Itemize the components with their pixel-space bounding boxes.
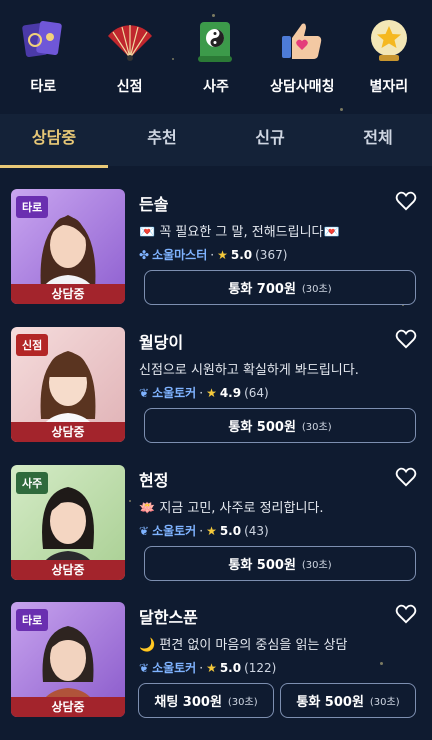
- category-label: 상담사매칭: [270, 79, 335, 95]
- counselor-meta: ❦ 소울토커 · ★ 5.0 (43): [139, 522, 269, 539]
- counselor-photo[interactable]: 신점 상담중: [11, 327, 125, 442]
- counselor-grade: 소울마스터: [152, 248, 208, 262]
- category-tarot[interactable]: 타로: [0, 0, 86, 112]
- tab-all[interactable]: 전체: [324, 114, 432, 166]
- tab-in-session[interactable]: 상담중: [0, 114, 108, 168]
- button-unit: (30초): [301, 284, 332, 295]
- review-count: (64): [244, 385, 269, 400]
- counselor-grade: 소울토커: [152, 661, 197, 675]
- counselor-description: 신점으로 시원하고 확실하게 봐드립니다.: [139, 363, 359, 378]
- tab-new[interactable]: 신규: [216, 114, 324, 166]
- counselor-card[interactable]: 사주 상담중 현정 🪷 지금 고민, 사주로 정리합니다. ❦ 소울토커 · ★…: [0, 465, 432, 603]
- counselor-name: 월당이: [139, 333, 184, 352]
- counselor-rating: 5.0: [230, 247, 253, 262]
- counselor-card[interactable]: 타로 상담중 든솔 💌 꼭 필요한 그 말, 전해드립니다💌 ✤ 소울마스터 ·…: [0, 189, 432, 327]
- category-tag: 타로: [16, 609, 49, 631]
- yinyang-scroll-icon: [191, 16, 241, 66]
- status-badge: 상담중: [11, 284, 125, 304]
- call-button[interactable]: 통화 700원 (30초): [144, 270, 416, 305]
- separator-dot: ·: [199, 660, 204, 675]
- button-unit: (30초): [227, 697, 258, 708]
- heart-icon[interactable]: [395, 191, 417, 211]
- counselor-photo[interactable]: 사주 상담중: [11, 465, 125, 580]
- review-count: (122): [244, 660, 277, 675]
- heart-icon[interactable]: [395, 467, 417, 487]
- button-label: 통화 700원: [228, 282, 296, 297]
- counselor-description: 💌 꼭 필요한 그 말, 전해드립니다💌: [139, 225, 340, 240]
- counselor-name: 든솔: [139, 195, 169, 214]
- category-matching[interactable]: 상담사매칭: [259, 0, 345, 112]
- tab-bar: 상담중 추천 신규 전체: [0, 114, 432, 168]
- counselor-photo[interactable]: 타로 상담중: [11, 189, 125, 304]
- counselor-grade: 소울토커: [152, 386, 197, 400]
- counselor-meta: ❦ 소울토커 · ★ 5.0 (122): [139, 659, 276, 676]
- separator-dot: ·: [199, 385, 204, 400]
- counselor-description: 🌙 편견 없이 마음의 중심을 읽는 상담: [139, 638, 348, 653]
- category-label: 신점: [116, 79, 143, 95]
- star-icon: ★: [206, 385, 217, 400]
- button-label: 통화 500원: [228, 558, 296, 573]
- category-shinjeom[interactable]: 신점: [86, 0, 172, 112]
- counselor-photo[interactable]: 타로 상담중: [11, 602, 125, 717]
- counselor-name: 달한스푼: [139, 608, 198, 627]
- category-label: 사주: [203, 79, 229, 95]
- clover-icon: ✤: [139, 247, 150, 262]
- counselor-name: 현정: [139, 471, 169, 490]
- counselor-rating: 5.0: [219, 523, 242, 538]
- button-label: 통화 500원: [296, 695, 364, 710]
- counselor-meta: ✤ 소울마스터 · ★ 5.0 (367): [139, 246, 287, 263]
- category-tag: 타로: [16, 196, 49, 218]
- star-icon: ★: [206, 660, 217, 675]
- button-label: 채팅 300원: [154, 695, 222, 710]
- status-badge: 상담중: [11, 697, 125, 717]
- counselor-description: 🪷 지금 고민, 사주로 정리합니다.: [139, 501, 324, 516]
- tarot-cards-icon: [18, 16, 68, 66]
- star-icon: ★: [206, 523, 217, 538]
- status-badge: 상담중: [11, 422, 125, 442]
- category-saju[interactable]: 사주: [173, 0, 259, 112]
- category-menu: 타로 신점 사주 상담사매칭 별자리: [0, 0, 432, 112]
- category-zodiac[interactable]: 별자리: [346, 0, 432, 112]
- fan-icon: [105, 16, 155, 66]
- button-unit: (30초): [301, 560, 332, 571]
- counselor-card[interactable]: 신점 상담중 월당이 신점으로 시원하고 확실하게 봐드립니다. ❦ 소울토커 …: [0, 327, 432, 465]
- category-tag: 사주: [16, 472, 49, 494]
- chat-button[interactable]: 채팅 300원 (30초): [138, 683, 274, 718]
- counselor-meta: ❦ 소울토커 · ★ 4.9 (64): [139, 384, 269, 401]
- counselor-rating: 5.0: [219, 660, 242, 675]
- separator-dot: ·: [199, 523, 204, 538]
- review-count: (43): [244, 523, 269, 538]
- star-crystal-ball-icon: [364, 16, 414, 66]
- counselor-card[interactable]: 타로 상담중 달한스푼 🌙 편견 없이 마음의 중심을 읽는 상담 ❦ 소울토커…: [0, 602, 432, 740]
- category-tag: 신점: [16, 334, 49, 356]
- call-button[interactable]: 통화 500원 (30초): [144, 546, 416, 581]
- button-unit: (30초): [301, 422, 332, 433]
- review-count: (367): [255, 247, 288, 262]
- tab-recommended[interactable]: 추천: [108, 114, 216, 166]
- call-button[interactable]: 통화 500원 (30초): [144, 408, 416, 443]
- category-label: 타로: [30, 79, 57, 95]
- category-label: 별자리: [369, 79, 409, 95]
- heart-icon[interactable]: [395, 329, 417, 349]
- button-label: 통화 500원: [228, 420, 296, 435]
- status-badge: 상담중: [11, 560, 125, 580]
- sprout-icon: ❦: [139, 523, 150, 538]
- sprout-icon: ❦: [139, 660, 150, 675]
- button-unit: (30초): [369, 697, 400, 708]
- counselor-grade: 소울토커: [152, 524, 197, 538]
- sprout-icon: ❦: [139, 385, 150, 400]
- separator-dot: ·: [210, 247, 215, 262]
- thumbs-up-heart-icon: [277, 16, 327, 66]
- star-icon: ★: [217, 247, 228, 262]
- call-button[interactable]: 통화 500원 (30초): [280, 683, 416, 718]
- counselor-rating: 4.9: [219, 385, 242, 400]
- heart-icon[interactable]: [395, 604, 417, 624]
